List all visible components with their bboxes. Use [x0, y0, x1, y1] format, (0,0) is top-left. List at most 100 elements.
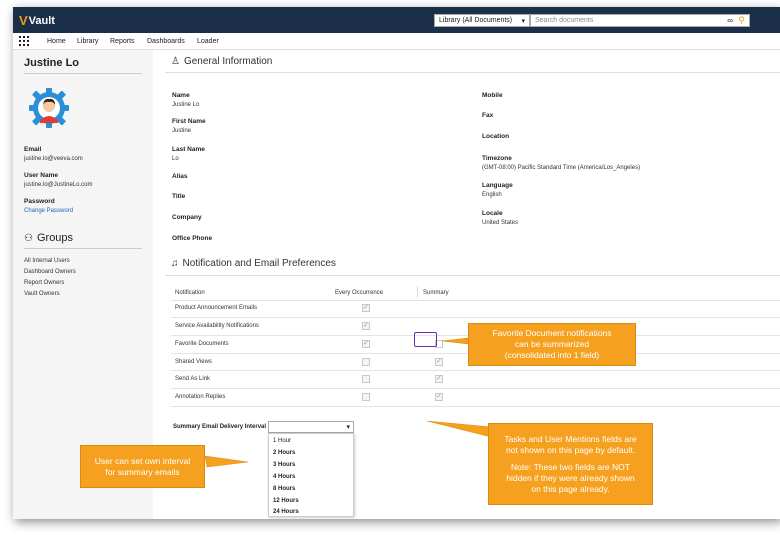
callout-line: Tasks and User Mentions fields are — [504, 433, 637, 444]
interval-option[interactable]: 3 Hours — [273, 462, 295, 468]
location-label: Location — [482, 133, 510, 140]
search-placeholder: Search documents — [535, 17, 594, 24]
user-avatar-icon — [29, 88, 69, 128]
divider — [165, 275, 780, 276]
top-bar: V Vault Library (All Documents) ▾ Search… — [13, 7, 780, 33]
password-label: Password — [24, 198, 55, 205]
interval-option[interactable]: 4 Hours — [273, 474, 295, 480]
fax-label: Fax — [482, 112, 494, 119]
username-value: justine.lo@JustineLo.com — [24, 182, 93, 188]
groups-heading: ⚇ Groups — [24, 232, 73, 244]
callout-line: can be summarized — [514, 339, 590, 349]
app-grid-icon[interactable] — [19, 36, 29, 46]
every-checkbox[interactable] — [362, 358, 370, 366]
nav-home[interactable]: Home — [47, 38, 66, 45]
callout-interval: User can set own interval for summary em… — [80, 445, 205, 488]
library-select[interactable]: Library (All Documents) ▾ — [434, 14, 530, 27]
vault-v-icon: V — [19, 13, 28, 28]
divider — [171, 406, 780, 407]
group-item[interactable]: Report Owners — [24, 280, 64, 286]
vault-logo[interactable]: V Vault — [19, 13, 55, 28]
divider — [171, 317, 780, 318]
username-label: User Name — [24, 172, 58, 179]
first-name-value: Justine — [172, 128, 192, 134]
callout-line: Note: These two fields are NOT — [511, 461, 630, 472]
callout-favorite-docs: Favorite Document notifications can be s… — [468, 323, 636, 366]
notif-label: Service Availability Notifications — [175, 323, 259, 329]
interval-option[interactable]: 8 Hours — [273, 486, 295, 492]
callout-line: hidden if they were already shown — [506, 472, 635, 483]
interval-option[interactable]: 1 Hour — [273, 438, 291, 444]
library-select-value: Library (All Documents) — [439, 17, 513, 24]
every-checkbox[interactable]: ✓ — [362, 304, 370, 312]
group-item[interactable]: Dashboard Owners — [24, 269, 76, 275]
timezone-value: (GMT-08:00) Pacific Standard Time (Ameri… — [482, 165, 641, 171]
group-item[interactable]: Vault Owners — [24, 291, 60, 297]
divider — [165, 72, 780, 73]
timezone-label: Timezone — [482, 155, 512, 162]
general-info-heading: ♙ General Information — [171, 56, 272, 67]
search-input[interactable]: Search documents ∞ ⚲ — [530, 14, 750, 27]
every-checkbox[interactable] — [362, 393, 370, 401]
divider — [171, 300, 780, 301]
language-label: Language — [482, 182, 513, 189]
summary-checkbox[interactable]: ✓ — [435, 393, 443, 401]
notification-prefs-heading: ♫ Notification and Email Preferences — [171, 258, 336, 269]
callout-line: Favorite Document notifications — [492, 328, 612, 338]
col-summary: Summary — [423, 290, 449, 296]
mobile-label: Mobile — [482, 92, 503, 99]
callout-line: (consolidated into 1 field) — [504, 350, 600, 360]
locale-label: Locale — [482, 210, 503, 217]
column-separator — [417, 286, 418, 298]
notif-label: Favorite Documents — [175, 341, 229, 347]
binoculars-icon[interactable]: ∞ — [727, 16, 733, 25]
name-label: Name — [172, 92, 190, 99]
notif-label: Product Announcement Emails — [175, 305, 258, 311]
callout-line: for summary emails — [105, 466, 180, 477]
interval-option[interactable]: 2 Hours — [273, 450, 295, 456]
email-value: justine.lo@veeva.com — [24, 156, 83, 162]
last-name-value: Lo — [172, 156, 179, 162]
general-info-title: General Information — [183, 56, 273, 67]
every-checkbox[interactable] — [362, 375, 370, 383]
logo-text: Vault — [28, 14, 55, 27]
divider — [171, 370, 780, 371]
interval-option[interactable]: 12 Hours — [273, 498, 299, 504]
search-icon[interactable]: ⚲ — [738, 15, 745, 26]
divider — [24, 73, 142, 74]
nav-dashboards[interactable]: Dashboards — [147, 38, 185, 45]
change-password-link[interactable]: Change Password — [24, 208, 73, 214]
notif-label: Annotation Replies — [175, 394, 226, 400]
summary-checkbox[interactable]: ✓ — [435, 358, 443, 366]
name-value: Justine Lo — [172, 102, 200, 108]
every-checkbox[interactable]: ✓ — [362, 340, 370, 348]
alias-label: Alias — [172, 173, 188, 180]
nav-loader[interactable]: Loader — [197, 38, 219, 45]
user-name: Justine Lo — [24, 57, 80, 69]
title-label: Title — [172, 193, 186, 200]
interval-select[interactable]: ▾ — [268, 421, 354, 433]
callout-line: not shown on this page by default. — [505, 444, 635, 455]
last-name-label: Last Name — [172, 146, 205, 153]
caret-down-icon: ▾ — [521, 17, 525, 25]
highlight-box — [414, 332, 437, 347]
group-item[interactable]: All Internal Users — [24, 258, 70, 264]
notif-label: Shared Views — [175, 359, 212, 365]
nav-bar: Home Library Reports Dashboards Loader — [13, 33, 780, 50]
app-window: V Vault Library (All Documents) ▾ Search… — [13, 7, 780, 519]
col-notification: Notification — [175, 290, 205, 296]
nav-reports[interactable]: Reports — [110, 38, 135, 45]
interval-option[interactable]: 24 Hours — [273, 509, 299, 515]
office-phone-label: Office Phone — [172, 235, 213, 242]
callout-tasks-mentions: Tasks and User Mentions fields are not s… — [488, 423, 653, 505]
language-value: English — [482, 192, 502, 198]
every-checkbox[interactable]: ✓ — [362, 322, 370, 330]
caret-down-icon: ▾ — [346, 424, 350, 431]
summary-checkbox[interactable]: ✓ — [435, 375, 443, 383]
divider — [24, 248, 142, 249]
locale-value: United States — [482, 220, 519, 226]
callout-line: User can set own interval — [94, 455, 191, 466]
groups-icon: ⚇ — [24, 232, 33, 244]
interval-label: Summary Email Delivery Interval — [173, 424, 267, 430]
nav-library[interactable]: Library — [77, 38, 98, 45]
